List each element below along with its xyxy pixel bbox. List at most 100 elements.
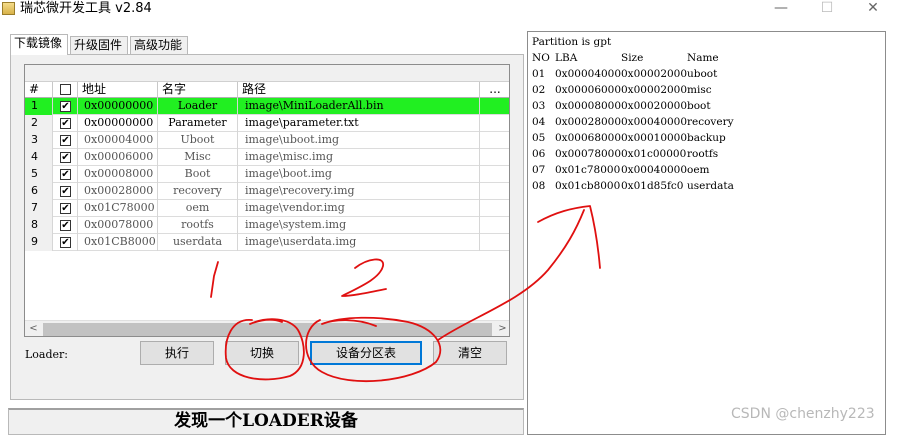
table-row[interactable]: 1 ✔ 0x00000000 Loader image\MiniLoaderAl… bbox=[25, 98, 509, 115]
row-more-cell[interactable] bbox=[480, 149, 509, 166]
row-checkbox[interactable]: ✔ bbox=[60, 169, 71, 180]
scroll-right-arrow-icon[interactable]: > bbox=[494, 321, 509, 336]
tab-download-image[interactable]: 下载镜像 bbox=[10, 34, 68, 55]
row-checkbox[interactable]: ✔ bbox=[60, 186, 71, 197]
row-more-cell[interactable] bbox=[480, 234, 509, 251]
select-all-checkbox[interactable] bbox=[60, 84, 71, 95]
row-address[interactable]: 0x00004000 bbox=[78, 132, 158, 149]
row-address[interactable]: 0x01C78000 bbox=[78, 200, 158, 217]
row-checkbox[interactable]: ✔ bbox=[60, 118, 71, 129]
table-row[interactable]: 2 ✔ 0x00000000 Parameter image\parameter… bbox=[25, 115, 509, 132]
scroll-left-arrow-icon[interactable]: < bbox=[25, 321, 42, 336]
row-more-cell[interactable] bbox=[480, 98, 509, 115]
row-path[interactable]: image\uboot.img bbox=[238, 132, 480, 149]
row-address[interactable]: 0x00028000 bbox=[78, 183, 158, 200]
log-cell-name: recovery bbox=[687, 116, 734, 128]
row-path[interactable]: image\MiniLoaderAll.bin bbox=[238, 98, 480, 115]
row-number: 6 bbox=[25, 183, 53, 200]
row-more-cell[interactable] bbox=[480, 183, 509, 200]
log-cell-size: 0x01c00000 bbox=[621, 148, 687, 160]
row-checkbox-cell: ✔ bbox=[53, 200, 78, 217]
tab-advanced[interactable]: 高级功能 bbox=[130, 36, 188, 54]
col-header-number[interactable]: # bbox=[25, 82, 53, 98]
row-path[interactable]: image\userdata.img bbox=[238, 234, 480, 251]
row-path[interactable]: image\vendor.img bbox=[238, 200, 480, 217]
row-checkbox-cell: ✔ bbox=[53, 98, 78, 115]
maximize-button[interactable]: ☐ bbox=[804, 0, 850, 20]
clear-button[interactable]: 清空 bbox=[433, 341, 507, 365]
row-checkbox[interactable]: ✔ bbox=[60, 135, 71, 146]
row-address[interactable]: 0x00000000 bbox=[78, 115, 158, 132]
row-address[interactable]: 0x00078000 bbox=[78, 217, 158, 234]
col-header-address[interactable]: 地址 bbox=[78, 82, 158, 98]
row-checkbox[interactable]: ✔ bbox=[60, 101, 71, 112]
app-icon bbox=[2, 2, 15, 15]
log-cell-size: 0x00010000 bbox=[621, 132, 688, 144]
row-checkbox[interactable]: ✔ bbox=[60, 220, 71, 231]
horizontal-scrollbar[interactable]: < > bbox=[25, 320, 509, 336]
log-cell-lba: 0x00068000 bbox=[555, 132, 622, 144]
col-header-check[interactable] bbox=[53, 82, 78, 98]
row-name: rootfs bbox=[158, 217, 238, 234]
row-checkbox[interactable]: ✔ bbox=[60, 203, 71, 214]
loader-label: Loader: bbox=[25, 348, 69, 361]
col-header-more[interactable]: ... bbox=[480, 82, 509, 98]
row-more-cell[interactable] bbox=[480, 217, 509, 234]
log-cell-name: oem bbox=[687, 164, 710, 176]
row-address[interactable]: 0x01CB8000 bbox=[78, 234, 158, 251]
log-cell-lba: 0x00078000 bbox=[555, 148, 622, 160]
row-checkbox-cell: ✔ bbox=[53, 217, 78, 234]
row-name: recovery bbox=[158, 183, 238, 200]
table-row[interactable]: 9 ✔ 0x01CB8000 userdata image\userdata.i… bbox=[25, 234, 509, 251]
row-checkbox[interactable]: ✔ bbox=[60, 237, 71, 248]
row-checkbox-cell: ✔ bbox=[53, 115, 78, 132]
row-number: 1 bbox=[25, 98, 53, 115]
row-number: 3 bbox=[25, 132, 53, 149]
row-path[interactable]: image\recovery.img bbox=[238, 183, 480, 200]
close-button[interactable]: ✕ bbox=[850, 0, 896, 20]
row-name: userdata bbox=[158, 234, 238, 251]
row-path[interactable]: image\parameter.txt bbox=[238, 115, 480, 132]
log-col-size: Size bbox=[621, 52, 644, 64]
col-header-path[interactable]: 路径 bbox=[238, 82, 480, 98]
log-cell-size: 0x00020000 bbox=[621, 100, 688, 112]
log-cell-no: 05 bbox=[532, 132, 546, 144]
row-address[interactable]: 0x00006000 bbox=[78, 149, 158, 166]
minimize-button[interactable]: — bbox=[758, 0, 804, 20]
grid-top-strip bbox=[25, 65, 509, 82]
log-cell-name: misc bbox=[687, 84, 712, 96]
row-more-cell[interactable] bbox=[480, 115, 509, 132]
row-name: oem bbox=[158, 200, 238, 217]
row-more-cell[interactable] bbox=[480, 132, 509, 149]
partition-table-button[interactable]: 设备分区表 bbox=[310, 341, 422, 365]
table-row[interactable]: 6 ✔ 0x00028000 recovery image\recovery.i… bbox=[25, 183, 509, 200]
row-path[interactable]: image\misc.img bbox=[238, 149, 480, 166]
row-number: 7 bbox=[25, 200, 53, 217]
scroll-thumb[interactable] bbox=[43, 323, 492, 336]
tab-upgrade-firmware[interactable]: 升级固件 bbox=[70, 36, 128, 54]
table-row[interactable]: 4 ✔ 0x00006000 Misc image\misc.img bbox=[25, 149, 509, 166]
log-cell-lba: 0x01c78000 bbox=[555, 164, 621, 176]
log-cell-size: 0x00002000 bbox=[621, 84, 688, 96]
table-row[interactable]: 5 ✔ 0x00008000 Boot image\boot.img bbox=[25, 166, 509, 183]
log-cell-name: boot bbox=[687, 100, 711, 112]
log-col-name: Name bbox=[687, 52, 719, 64]
row-path[interactable]: image\system.img bbox=[238, 217, 480, 234]
window-title: 瑞芯微开发工具 v2.84 bbox=[20, 1, 152, 16]
log-cell-no: 06 bbox=[532, 148, 546, 160]
row-address[interactable]: 0x00008000 bbox=[78, 166, 158, 183]
row-more-cell[interactable] bbox=[480, 200, 509, 217]
table-row[interactable]: 3 ✔ 0x00004000 Uboot image\uboot.img bbox=[25, 132, 509, 149]
row-more-cell[interactable] bbox=[480, 166, 509, 183]
execute-button[interactable]: 执行 bbox=[140, 341, 214, 365]
row-path[interactable]: image\boot.img bbox=[238, 166, 480, 183]
log-cell-size: 0x00002000 bbox=[621, 68, 688, 80]
table-row[interactable]: 8 ✔ 0x00078000 rootfs image\system.img bbox=[25, 217, 509, 234]
table-row[interactable]: 7 ✔ 0x01C78000 oem image\vendor.img bbox=[25, 200, 509, 217]
row-checkbox[interactable]: ✔ bbox=[60, 152, 71, 163]
row-number: 4 bbox=[25, 149, 53, 166]
col-header-name[interactable]: 名字 bbox=[158, 82, 238, 98]
switch-button[interactable]: 切换 bbox=[225, 341, 299, 365]
output-log-panel[interactable]: Partition is gpt NO LBA Size Name 01 0x0… bbox=[527, 31, 886, 435]
row-address[interactable]: 0x00000000 bbox=[78, 98, 158, 115]
